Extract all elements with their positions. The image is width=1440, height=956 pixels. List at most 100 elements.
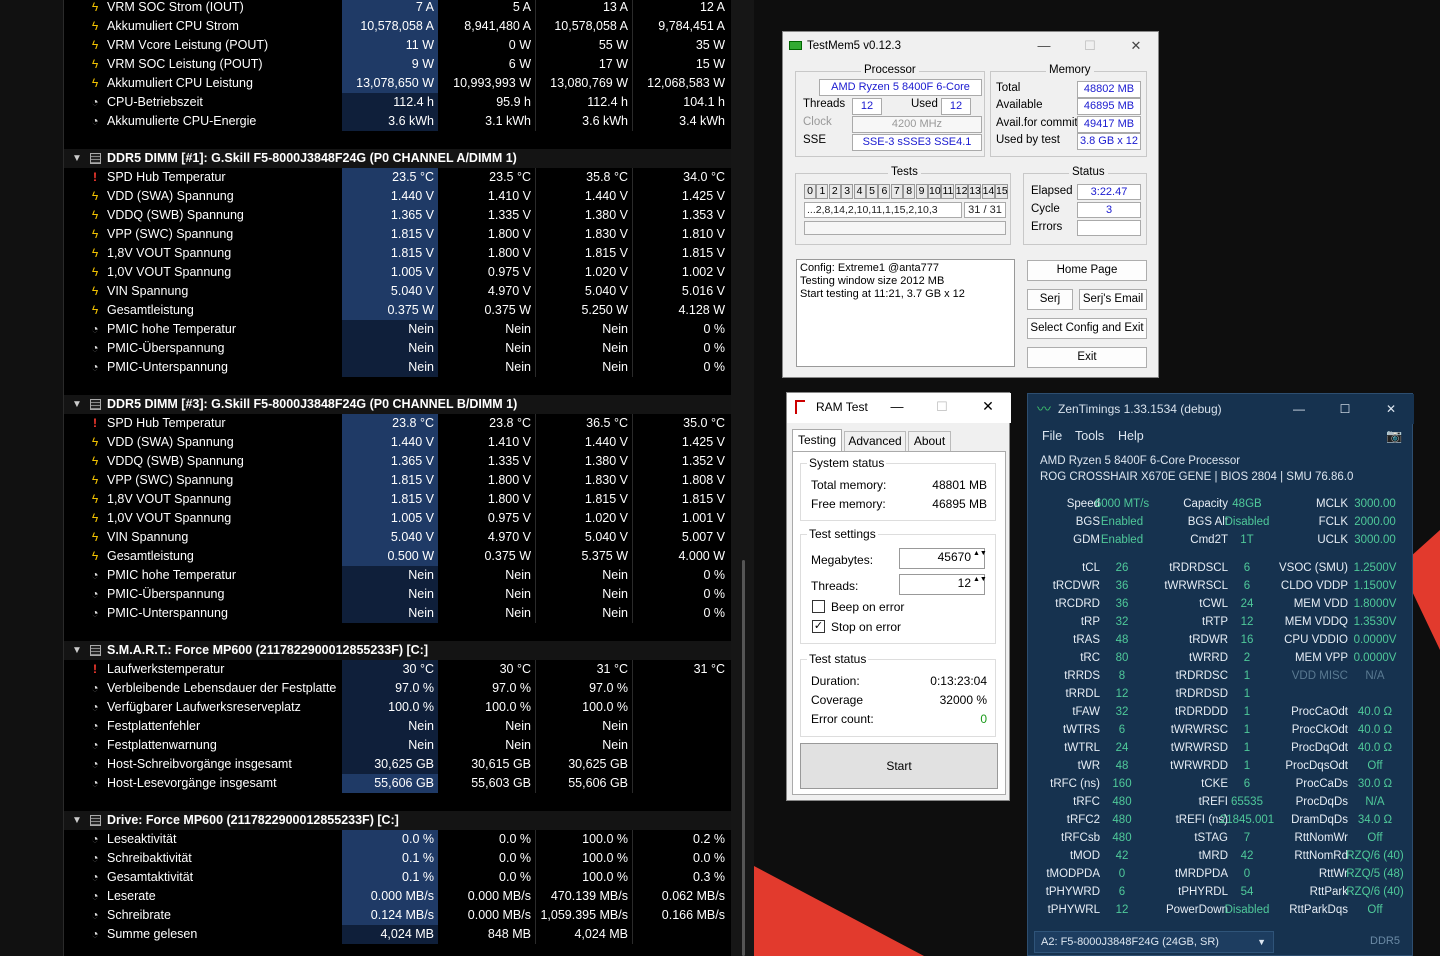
- megabytes-stepper[interactable]: ▲▼: [973, 549, 987, 568]
- minimize-button[interactable]: —: [1021, 32, 1067, 60]
- collapse-chevron-icon[interactable]: ▼: [72, 811, 82, 830]
- ram-minimize-button[interactable]: —: [888, 399, 906, 414]
- timing-value: Off: [1367, 832, 1383, 844]
- zt-maximize-button[interactable]: ☐: [1336, 394, 1354, 424]
- sensor-row[interactable]: ◔ PMIC-Überspannung Nein Nein Nein 0 %: [64, 339, 731, 358]
- select-config-button[interactable]: Select Config and Exit: [1027, 318, 1147, 339]
- serj-button[interactable]: Serj: [1027, 289, 1073, 310]
- scrollbar-thumb[interactable]: [742, 560, 745, 956]
- sensor-row[interactable]: ◔ Verfügbarer Laufwerksreserveplatz 100.0 …: [64, 698, 731, 717]
- stop-checkbox[interactable]: ✓: [812, 620, 825, 633]
- sensor-row[interactable]: ◔ Schreibaktivität 0.1 % 0.0 % 100.0 % 0.0 %: [64, 849, 731, 868]
- sensor-row[interactable]: ◔ Akkumulierte CPU-Energie 3.6 kWh 3.1 kWh 3…: [64, 112, 731, 131]
- sensor-row[interactable]: ◔ PMIC hohe Temperatur Nein Nein Nein 0 %: [64, 320, 731, 339]
- sensor-row[interactable]: ϟ VDDQ (SWB) Spannung 1.365 V 1.335 V 1.380 …: [64, 452, 731, 471]
- ram-close-button[interactable]: ✕: [979, 398, 997, 415]
- sensor-group-header[interactable]: ▼ DDR5 DIMM [#3]: G.Skill F5-8000J3848F24…: [64, 395, 731, 414]
- ddr-type: DDR5: [1370, 935, 1400, 947]
- sensor-name: Festplattenwarnung: [107, 738, 217, 752]
- home-page-button[interactable]: Home Page: [1027, 260, 1147, 281]
- collapse-chevron-icon[interactable]: ▼: [72, 641, 82, 660]
- beep-checkbox[interactable]: [812, 600, 825, 613]
- sensor-row[interactable]: ◔ PMIC-Unterspannung Nein Nein Nein 0 %: [64, 358, 731, 377]
- clock-icon: ◔: [91, 719, 99, 733]
- tests-caption: Tests: [888, 166, 921, 178]
- value-avg: [633, 717, 729, 736]
- sensor-row[interactable]: ◔ Gesamtaktivität 0.1 % 0.0 % 100.0 % 0.3 %: [64, 868, 731, 887]
- sensor-row[interactable]: ◔ Summe gelesen 4,024 MB 848 MB 4,024 MB: [64, 925, 731, 944]
- column-divider: [535, 585, 536, 604]
- sensor-row[interactable]: ◔ Host-Schreibvorgänge insgesamt 30,625 GB…: [64, 755, 731, 774]
- tab-about[interactable]: About: [908, 431, 951, 452]
- sensor-row[interactable]: ◔ Festplattenfehler Nein Nein Nein: [64, 717, 731, 736]
- timing-label: GDM: [1073, 534, 1100, 546]
- sensor-row[interactable]: ◔ Schreibrate 0.124 MB/s 0.000 MB/s 1,059.39…: [64, 906, 731, 925]
- total-memory-label: Total memory:: [811, 478, 887, 492]
- sensor-row[interactable]: ϟ 1,0V VOUT Spannung 1.005 V 0.975 V 1.020 V…: [64, 263, 731, 282]
- sensor-row[interactable]: ϟ Gesamtleistung 0.500 W 0.375 W 5.375 W 4.00…: [64, 547, 731, 566]
- sensor-row[interactable]: ◔ Verbleibende Lebensdauer der Festplatte…: [64, 679, 731, 698]
- sensor-row[interactable]: ϟ VIN Spannung 5.040 V 4.970 V 5.040 V 5.007 …: [64, 528, 731, 547]
- bolt-icon: ϟ: [91, 511, 99, 525]
- sensor-row[interactable]: ! SPD Hub Temperatur 23.8 °C 23.8 °C 36.5 °C…: [64, 414, 731, 433]
- sensor-row[interactable]: ϟ VRM SOC Strom (IOUT) 7 A 5 A 13 A 12 A: [64, 0, 731, 17]
- elapsed-label: Elapsed: [1031, 185, 1073, 197]
- timing-value: 480: [1112, 832, 1132, 844]
- sensor-row[interactable]: ϟ VRM SOC Leistung (POUT) 9 W 6 W 17 W 15 W: [64, 55, 731, 74]
- sensor-row[interactable]: ϟ VIN Spannung 5.040 V 4.970 V 5.040 V 5.016 …: [64, 282, 731, 301]
- sensor-row[interactable]: ! SPD Hub Temperatur 23.5 °C 23.5 °C 35.8 °C…: [64, 168, 731, 187]
- column-divider: [535, 604, 536, 623]
- sensor-row[interactable]: ◔ Leserate 0.000 MB/s 0.000 MB/s 470.139 MB/…: [64, 887, 731, 906]
- menu-tools[interactable]: Tools: [1075, 429, 1104, 443]
- sensor-row[interactable]: ϟ Akkumuliert CPU Strom 10,578,058 A 8,941,…: [64, 17, 731, 36]
- ram-maximize-button[interactable]: ☐: [933, 399, 951, 415]
- sensor-group-header[interactable]: ▼ Drive: Force MP600 (2117822900012855233…: [64, 811, 731, 830]
- log-textbox[interactable]: Config: Extreme1 @anta777 Testing window …: [796, 259, 1015, 367]
- zt-minimize-button[interactable]: —: [1290, 394, 1308, 424]
- sensor-row[interactable]: ◔ PMIC-Überspannung Nein Nein Nein 0 %: [64, 585, 731, 604]
- serj-email-button[interactable]: Serj's Email: [1079, 289, 1147, 310]
- menu-file[interactable]: File: [1042, 429, 1062, 443]
- sensor-row[interactable]: ϟ VPP (SWC) Spannung 1.815 V 1.800 V 1.830 V…: [64, 225, 731, 244]
- sensor-row[interactable]: ϟ VRM Vcore Leistung (POUT) 11 W 0 W 55 W 35 …: [64, 36, 731, 55]
- collapse-chevron-icon[interactable]: ▼: [72, 395, 82, 414]
- sensor-row[interactable]: ◔ PMIC hohe Temperatur Nein Nein Nein 0 %: [64, 566, 731, 585]
- errors-field: [1077, 220, 1141, 236]
- sensor-row[interactable]: ! Laufwerkstemperatur 30 °C 30 °C 31 °C 31 °C: [64, 660, 731, 679]
- zentimings-window: 〰 ZenTimings 1.33.1534 (debug) — ☐ ✕ Fil…: [1027, 393, 1414, 956]
- sensor-row[interactable]: ϟ 1,8V VOUT Spannung 1.815 V 1.800 V 1.815 V…: [64, 490, 731, 509]
- test-number-cell: 11: [941, 184, 955, 199]
- sensor-row[interactable]: ◔ Festplattenwarnung Nein Nein Nein: [64, 736, 731, 755]
- sensor-row[interactable]: ◔ Leseaktivität 0.0 % 0.0 % 100.0 % 0.2 %: [64, 830, 731, 849]
- sensor-row[interactable]: ◔ CPU-Betriebszeit 112.4 h 95.9 h 112.4 h 104…: [64, 93, 731, 112]
- menu-help[interactable]: Help: [1118, 429, 1144, 443]
- camera-icon[interactable]: 📷: [1386, 428, 1402, 444]
- start-button[interactable]: Start: [800, 743, 998, 789]
- close-button[interactable]: ✕: [1113, 32, 1159, 60]
- timing-label: BGS: [1075, 516, 1100, 528]
- threads-stepper[interactable]: ▲▼: [973, 575, 987, 594]
- clock-icon: ◔: [91, 360, 99, 374]
- tab-testing[interactable]: Testing: [792, 429, 842, 452]
- sensor-row[interactable]: ϟ VDDQ (SWB) Spannung 1.365 V 1.335 V 1.380 …: [64, 206, 731, 225]
- sensor-row[interactable]: ϟ VDD (SWA) Spannung 1.440 V 1.410 V 1.440 V…: [64, 187, 731, 206]
- collapse-chevron-icon[interactable]: ▼: [72, 149, 82, 168]
- dimm-select[interactable]: A2: F5-8000J3848F24G (24GB, SR) ▼: [1034, 931, 1274, 953]
- sensor-row[interactable]: ϟ Gesamtleistung 0.375 W 0.375 W 5.250 W 4.12…: [64, 301, 731, 320]
- sensor-group-header[interactable]: ▼ S.M.A.R.T.: Force MP600 (21178229000128…: [64, 641, 731, 660]
- sensor-group-header[interactable]: ▼ DDR5 DIMM [#1]: G.Skill F5-8000J3848F24…: [64, 149, 731, 168]
- sensor-row[interactable]: ϟ VDD (SWA) Spannung 1.440 V 1.410 V 1.440 V…: [64, 433, 731, 452]
- sensor-row[interactable]: ϟ Akkumuliert CPU Leistung 13,078,650 W 10,…: [64, 74, 731, 93]
- sensor-row[interactable]: ϟ 1,8V VOUT Spannung 1.815 V 1.800 V 1.815 V…: [64, 244, 731, 263]
- sensor-row[interactable]: ◔ Host-Lesevorgänge insgesamt 55,606 GB 55,…: [64, 774, 731, 793]
- maximize-button[interactable]: ☐: [1067, 32, 1113, 60]
- zt-close-button[interactable]: ✕: [1382, 394, 1400, 424]
- sensor-row[interactable]: ϟ VPP (SWC) Spannung 1.815 V 1.800 V 1.830 V…: [64, 471, 731, 490]
- sensor-row[interactable]: ϟ 1,0V VOUT Spannung 1.005 V 0.975 V 1.020 V…: [64, 509, 731, 528]
- timing-label: VSOC (SMU): [1279, 562, 1348, 574]
- tm5-titlebar: TestMem5 v0.12.3 — ☐ ✕: [783, 32, 1158, 60]
- exit-button[interactable]: Exit: [1027, 347, 1147, 368]
- tab-advanced[interactable]: Advanced: [844, 431, 906, 452]
- sensor-row[interactable]: ◔ PMIC-Unterspannung Nein Nein Nein 0 %: [64, 604, 731, 623]
- value-current: 1.815 V: [342, 244, 438, 263]
